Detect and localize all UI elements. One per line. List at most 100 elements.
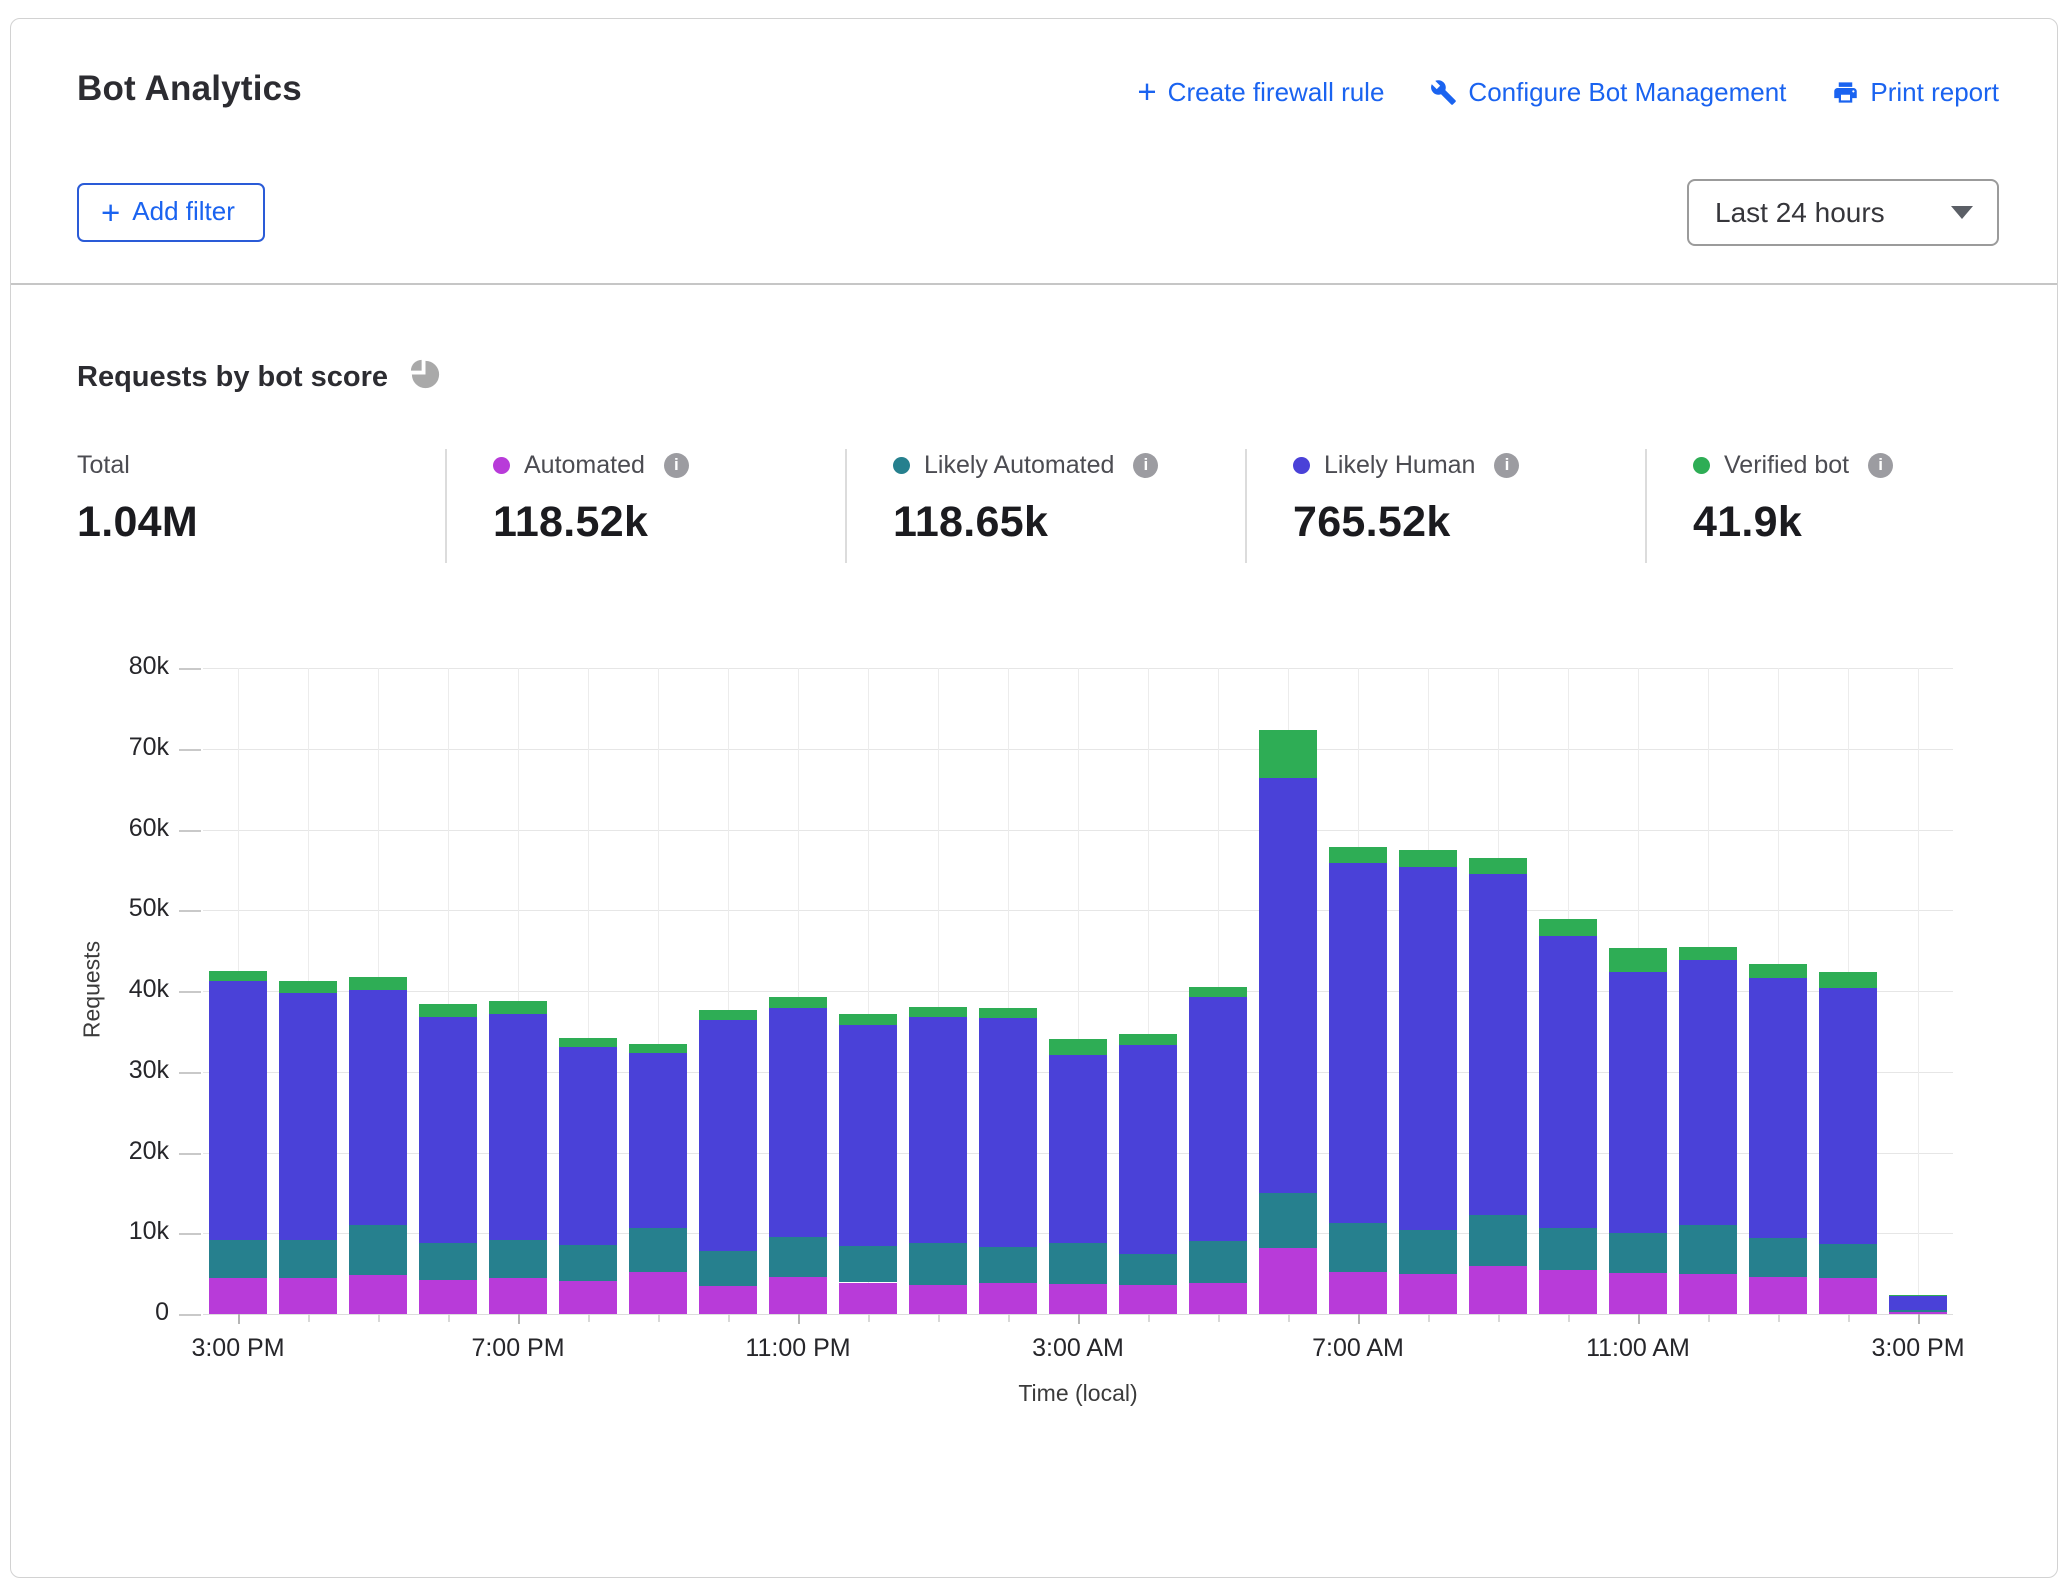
info-icon[interactable]: i	[1494, 453, 1519, 478]
bar-segment-likely-automated[interactable]	[629, 1228, 687, 1272]
bar-segment-automated[interactable]	[1259, 1248, 1317, 1314]
bar-segment-likely-human[interactable]	[1469, 874, 1527, 1216]
bar-segment-automated[interactable]	[1819, 1278, 1877, 1314]
bar-segment-likely-human[interactable]	[839, 1025, 897, 1246]
bar-segment-verified-bot[interactable]	[1679, 947, 1737, 961]
bar-segment-likely-automated[interactable]	[1749, 1238, 1807, 1277]
bar-segment-automated[interactable]	[489, 1278, 547, 1314]
bar-segment-likely-automated[interactable]	[1119, 1254, 1177, 1285]
bar-segment-verified-bot[interactable]	[1049, 1039, 1107, 1054]
bar-segment-verified-bot[interactable]	[1749, 964, 1807, 978]
bar-segment-likely-human[interactable]	[769, 1008, 827, 1237]
bar-segment-verified-bot[interactable]	[1119, 1034, 1177, 1045]
bar-segment-automated[interactable]	[1189, 1283, 1247, 1314]
bar-segment-verified-bot[interactable]	[419, 1004, 477, 1017]
bar-segment-likely-human[interactable]	[1399, 867, 1457, 1230]
info-icon[interactable]: i	[1868, 453, 1893, 478]
bar-segment-automated[interactable]	[1609, 1273, 1667, 1314]
bar-segment-likely-automated[interactable]	[839, 1246, 897, 1282]
bar-segment-verified-bot[interactable]	[1399, 850, 1457, 867]
bar-segment-likely-human[interactable]	[1819, 988, 1877, 1244]
bar-segment-automated[interactable]	[1539, 1270, 1597, 1314]
bar-segment-verified-bot[interactable]	[629, 1044, 687, 1053]
bar-segment-likely-human[interactable]	[1609, 972, 1667, 1234]
bar-segment-likely-automated[interactable]	[1889, 1310, 1947, 1312]
bar-segment-likely-automated[interactable]	[349, 1225, 407, 1275]
bar-segment-likely-human[interactable]	[279, 993, 337, 1240]
bar-segment-automated[interactable]	[769, 1277, 827, 1314]
bar-segment-likely-human[interactable]	[909, 1017, 967, 1243]
bar-segment-automated[interactable]	[1399, 1274, 1457, 1314]
bar-segment-automated[interactable]	[909, 1285, 967, 1314]
bar-segment-verified-bot[interactable]	[559, 1038, 617, 1047]
bar-segment-automated[interactable]	[279, 1278, 337, 1314]
bar-segment-likely-human[interactable]	[1889, 1295, 1947, 1309]
bar-segment-automated[interactable]	[1119, 1285, 1177, 1314]
bar-segment-likely-automated[interactable]	[419, 1243, 477, 1280]
configure-bot-management-link[interactable]: Configure Bot Management	[1430, 77, 1786, 108]
time-range-select[interactable]: Last 24 hours	[1687, 179, 1999, 246]
info-icon[interactable]: i	[664, 453, 689, 478]
bar-segment-verified-bot[interactable]	[1259, 730, 1317, 778]
bar-segment-automated[interactable]	[1329, 1272, 1387, 1314]
bar-segment-likely-automated[interactable]	[1819, 1244, 1877, 1278]
bar-segment-verified-bot[interactable]	[839, 1014, 897, 1024]
bar-segment-automated[interactable]	[559, 1281, 617, 1314]
bar-segment-likely-automated[interactable]	[1679, 1225, 1737, 1273]
bar-segment-automated[interactable]	[1679, 1274, 1737, 1314]
print-report-link[interactable]: Print report	[1832, 77, 1999, 108]
bar-segment-automated[interactable]	[1469, 1266, 1527, 1314]
bar-segment-likely-human[interactable]	[629, 1053, 687, 1228]
bar-segment-verified-bot[interactable]	[489, 1001, 547, 1013]
bar-segment-likely-human[interactable]	[699, 1020, 757, 1251]
bar-segment-likely-human[interactable]	[1749, 978, 1807, 1238]
bar-segment-verified-bot[interactable]	[909, 1007, 967, 1017]
bar-segment-likely-automated[interactable]	[559, 1245, 617, 1281]
bar-segment-verified-bot[interactable]	[1329, 847, 1387, 862]
bar-segment-likely-human[interactable]	[1329, 863, 1387, 1223]
bar-segment-likely-automated[interactable]	[1259, 1193, 1317, 1248]
bar-segment-likely-human[interactable]	[1679, 960, 1737, 1225]
bar-segment-likely-human[interactable]	[349, 990, 407, 1225]
bar-segment-likely-human[interactable]	[1259, 778, 1317, 1193]
bar-segment-likely-human[interactable]	[419, 1017, 477, 1243]
bar-segment-likely-automated[interactable]	[1399, 1230, 1457, 1274]
bar-segment-verified-bot[interactable]	[769, 997, 827, 1007]
bar-segment-automated[interactable]	[209, 1278, 267, 1314]
bar-segment-likely-automated[interactable]	[1539, 1228, 1597, 1271]
bar-segment-automated[interactable]	[979, 1283, 1037, 1314]
bar-segment-verified-bot[interactable]	[279, 981, 337, 992]
bar-segment-verified-bot[interactable]	[209, 971, 267, 981]
bar-segment-likely-automated[interactable]	[1469, 1215, 1527, 1265]
bar-segment-likely-automated[interactable]	[769, 1237, 827, 1277]
bar-segment-likely-human[interactable]	[1189, 997, 1247, 1241]
bar-segment-likely-human[interactable]	[489, 1014, 547, 1240]
bar-segment-likely-automated[interactable]	[1329, 1223, 1387, 1272]
bar-segment-verified-bot[interactable]	[699, 1010, 757, 1020]
bar-segment-automated[interactable]	[839, 1283, 897, 1314]
bar-segment-automated[interactable]	[1049, 1284, 1107, 1314]
bar-segment-verified-bot[interactable]	[349, 977, 407, 990]
bar-segment-likely-human[interactable]	[1539, 936, 1597, 1228]
bar-segment-likely-human[interactable]	[209, 981, 267, 1239]
bar-segment-automated[interactable]	[699, 1286, 757, 1314]
bar-segment-likely-human[interactable]	[979, 1018, 1037, 1247]
bar-segment-likely-human[interactable]	[1049, 1055, 1107, 1243]
bar-segment-verified-bot[interactable]	[1539, 919, 1597, 936]
bar-segment-verified-bot[interactable]	[1819, 972, 1877, 987]
bar-segment-verified-bot[interactable]	[1189, 987, 1247, 997]
bar-segment-verified-bot[interactable]	[1609, 948, 1667, 971]
bar-segment-likely-automated[interactable]	[979, 1247, 1037, 1283]
bar-segment-likely-automated[interactable]	[1049, 1243, 1107, 1284]
bar-segment-automated[interactable]	[419, 1280, 477, 1314]
bar-segment-likely-automated[interactable]	[909, 1243, 967, 1285]
bar-segment-likely-automated[interactable]	[279, 1240, 337, 1278]
add-filter-button[interactable]: + Add filter	[77, 183, 265, 242]
bar-segment-likely-automated[interactable]	[1609, 1233, 1667, 1273]
bar-segment-likely-human[interactable]	[559, 1047, 617, 1245]
bar-segment-likely-automated[interactable]	[209, 1240, 267, 1278]
bar-segment-verified-bot[interactable]	[1469, 858, 1527, 874]
info-icon[interactable]: i	[1133, 453, 1158, 478]
bar-segment-automated[interactable]	[349, 1275, 407, 1314]
bar-segment-verified-bot[interactable]	[979, 1008, 1037, 1018]
